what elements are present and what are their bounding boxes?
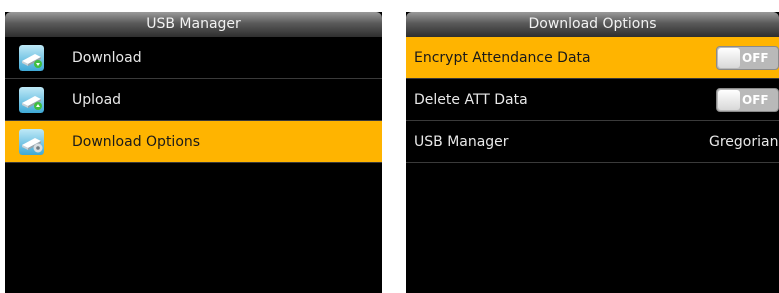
usb-manager-title: USB Manager <box>5 12 382 37</box>
menu-item-download[interactable]: Download <box>5 37 382 79</box>
delete-att-data-toggle[interactable]: OFF <box>716 88 779 112</box>
usb-manager-screen: USB Manager Download Upload Download Opt… <box>5 12 382 293</box>
option-label: USB Manager <box>414 134 509 150</box>
encrypt-attendance-toggle[interactable]: OFF <box>716 46 779 70</box>
option-encrypt-attendance-data[interactable]: Encrypt Attendance Data OFF <box>406 37 779 79</box>
option-delete-att-data[interactable]: Delete ATT Data OFF <box>406 79 779 121</box>
download-options-icon <box>19 129 44 155</box>
upload-icon <box>19 87 44 113</box>
menu-item-label: Download <box>72 50 142 66</box>
menu-item-download-options[interactable]: Download Options <box>5 121 382 163</box>
download-icon <box>19 45 44 71</box>
option-label: Delete ATT Data <box>414 92 528 108</box>
toggle-knob <box>718 48 740 68</box>
option-label: Encrypt Attendance Data <box>414 50 591 66</box>
download-options-screen: Download Options Encrypt Attendance Data… <box>406 12 779 293</box>
option-usb-manager[interactable]: USB Manager Gregorian <box>406 121 779 163</box>
toggle-state: OFF <box>742 51 769 65</box>
option-value: Gregorian <box>709 134 779 150</box>
toggle-knob <box>718 90 740 110</box>
download-options-title: Download Options <box>406 12 779 37</box>
toggle-state: OFF <box>742 93 769 107</box>
menu-item-upload[interactable]: Upload <box>5 79 382 121</box>
menu-item-label: Upload <box>72 92 122 108</box>
menu-item-label: Download Options <box>72 134 201 150</box>
